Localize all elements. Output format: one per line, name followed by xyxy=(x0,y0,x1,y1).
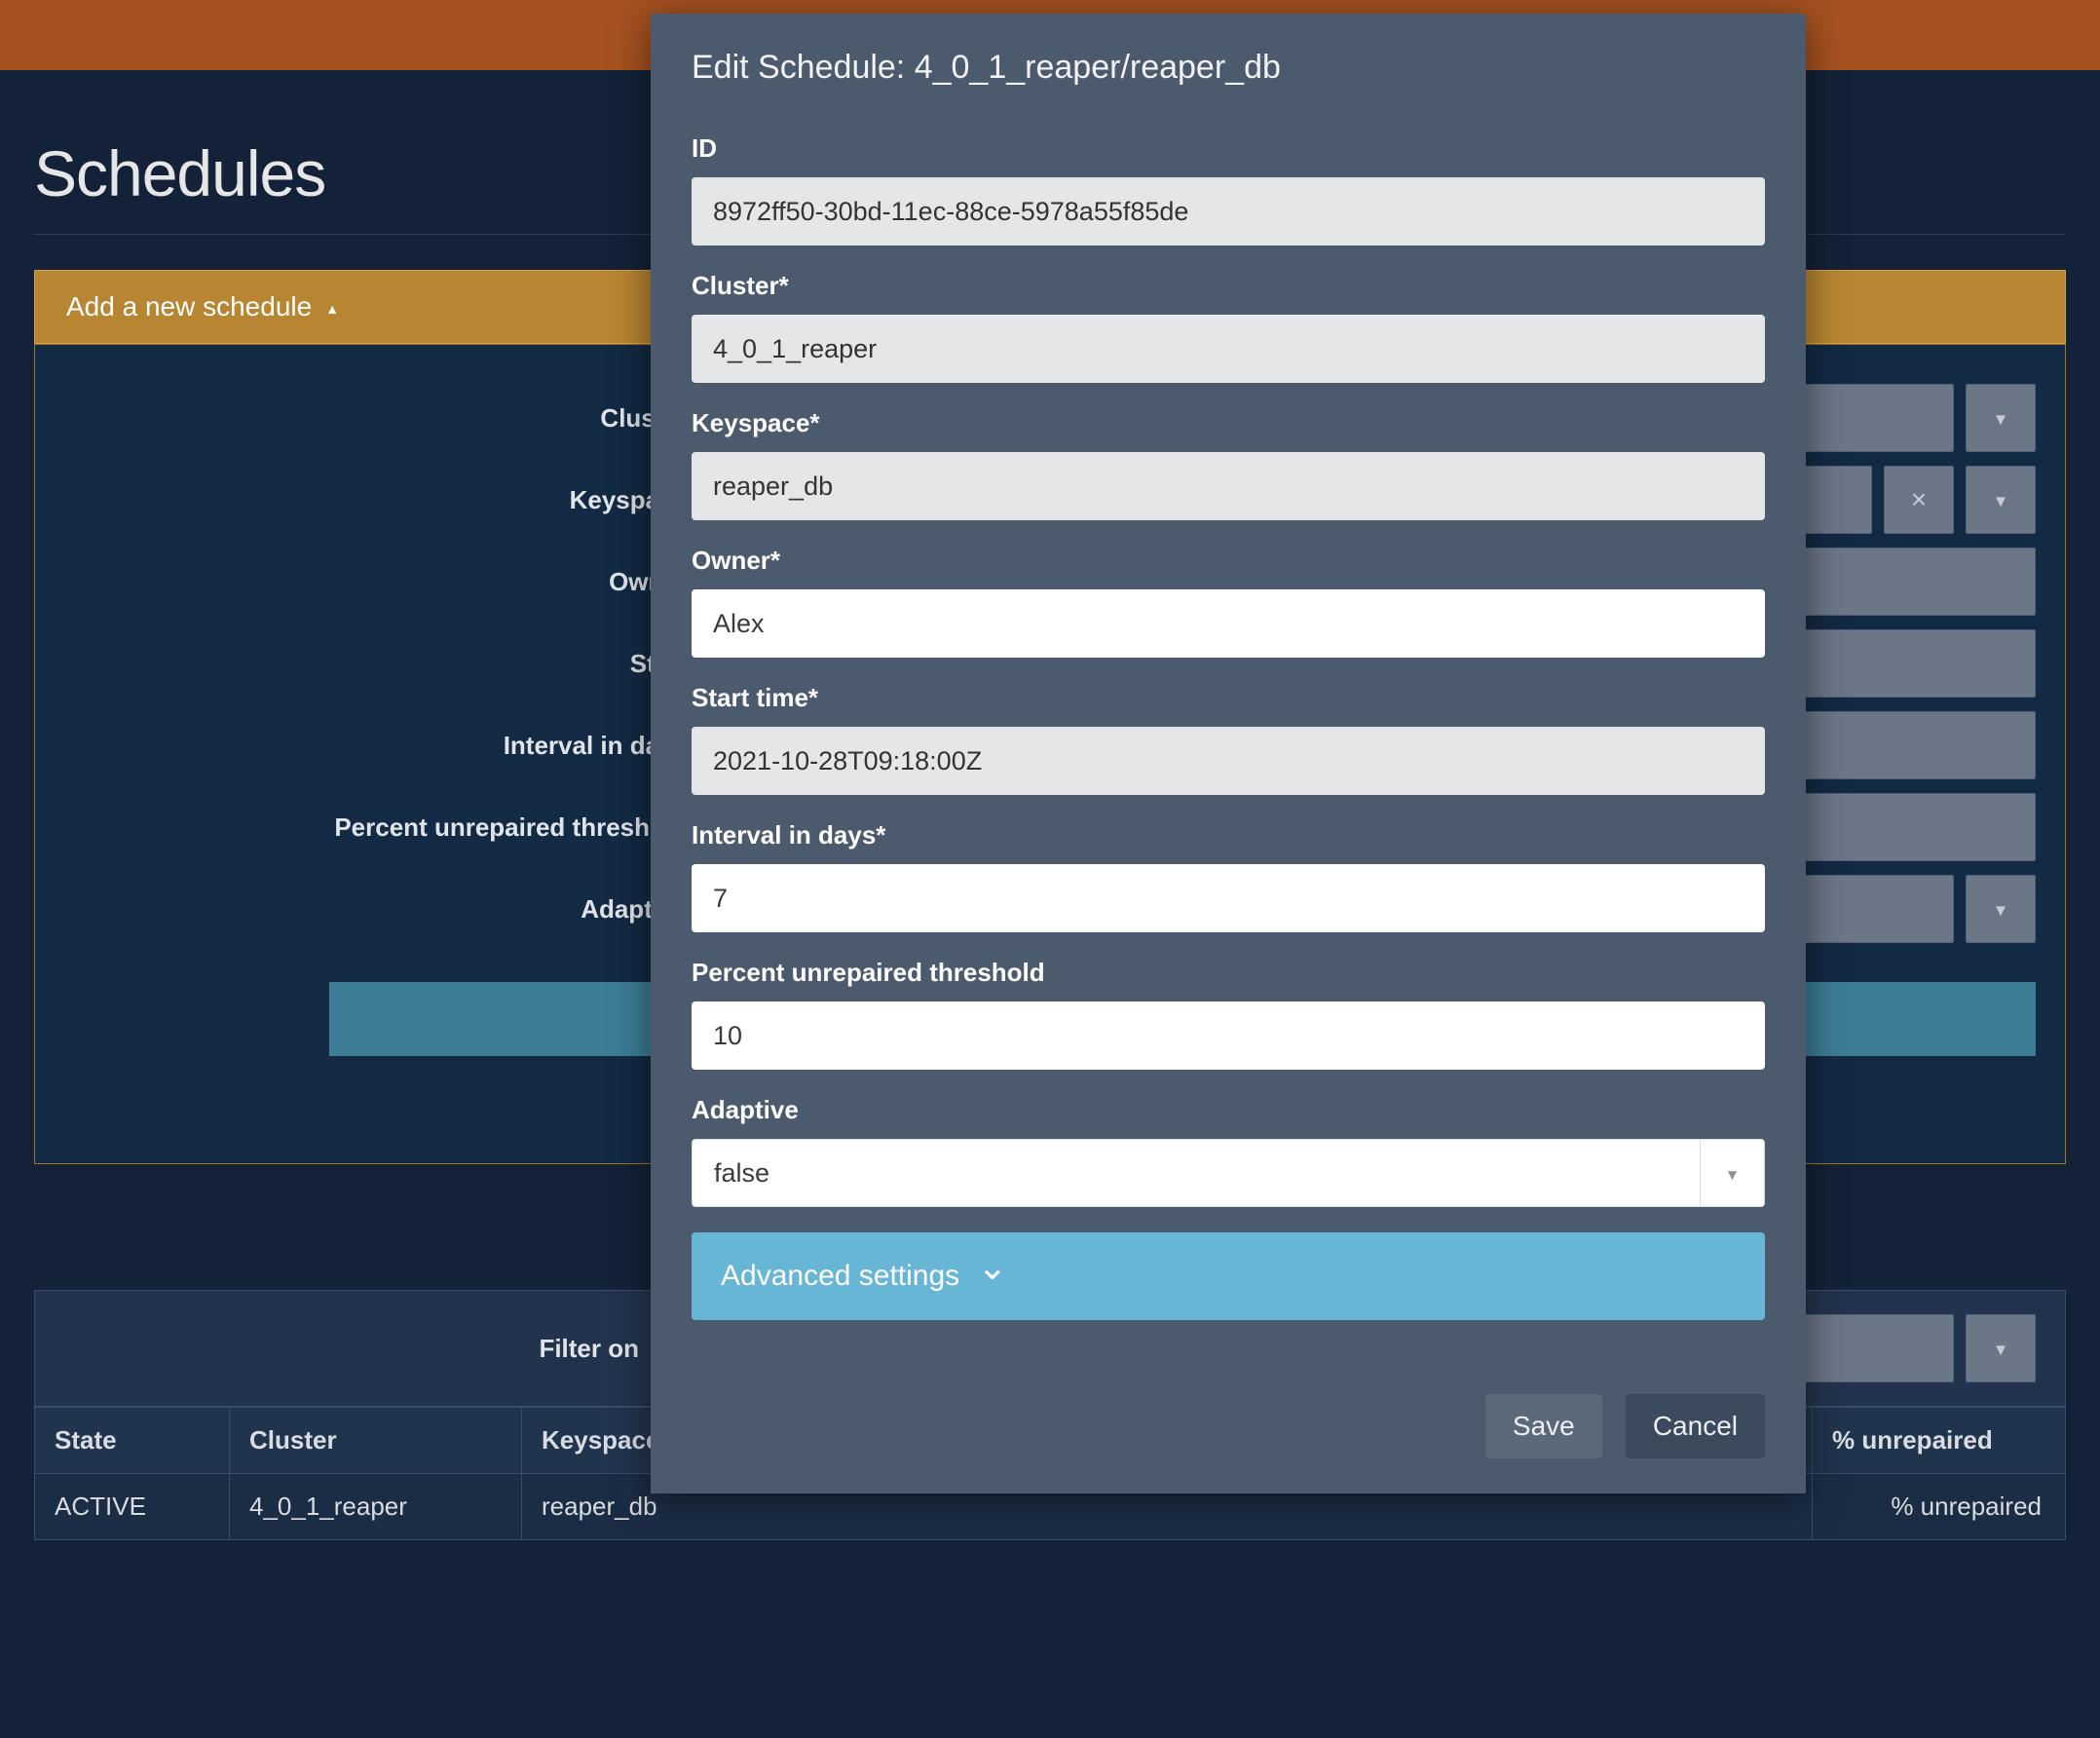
advanced-settings-toggle[interactable]: Advanced settings xyxy=(692,1232,1765,1320)
th-state: State xyxy=(35,1408,230,1474)
bg-keyspace-label: Keyspace xyxy=(64,485,688,515)
bg-pct-label: Percent unrepaired threshold xyxy=(64,812,688,843)
id-input xyxy=(692,177,1765,246)
adaptive-dropdown-toggle[interactable] xyxy=(1700,1140,1764,1206)
adaptive-value: false xyxy=(693,1158,1700,1189)
bg-adaptive-label: Adaptive xyxy=(64,894,688,925)
chevron-down-icon xyxy=(1993,404,2009,432)
bg-interval-label: Interval in days xyxy=(64,731,688,761)
add-schedule-label: Add a new schedule xyxy=(66,291,312,322)
advanced-settings-label: Advanced settings xyxy=(721,1260,959,1293)
modal-title: Edit Schedule: 4_0_1_reaper/reaper_db xyxy=(651,14,1806,116)
adaptive-label: Adaptive xyxy=(692,1095,1765,1125)
keyspace-input xyxy=(692,452,1765,520)
interval-label: Interval in days* xyxy=(692,820,1765,850)
interval-input[interactable] xyxy=(692,864,1765,932)
th-unrepaired: % unrepaired xyxy=(1813,1408,2066,1474)
chevron-down-icon xyxy=(1993,486,2009,513)
keyspace-label: Keyspace* xyxy=(692,408,1765,438)
chevron-up-icon xyxy=(325,289,339,321)
start-time-input xyxy=(692,727,1765,795)
bg-start-label: Start xyxy=(64,649,688,679)
cell-unrepaired: % unrepaired xyxy=(1813,1474,2066,1540)
owner-input[interactable] xyxy=(692,589,1765,658)
chevron-down-icon xyxy=(1725,1160,1740,1186)
cluster-input xyxy=(692,315,1765,383)
cluster-label: Cluster* xyxy=(692,271,1765,301)
close-icon xyxy=(1911,484,1927,515)
save-button[interactable]: Save xyxy=(1485,1394,1602,1458)
chevron-down-icon xyxy=(1993,895,2009,923)
bg-cluster-label: Cluster xyxy=(64,403,688,434)
filter-select[interactable] xyxy=(1966,1314,2036,1382)
chevron-down-icon xyxy=(977,1260,1007,1293)
id-label: ID xyxy=(692,133,1765,164)
cell-state: ACTIVE xyxy=(35,1474,230,1540)
bg-keyspace-clear[interactable] xyxy=(1884,466,1954,534)
edit-schedule-modal: Edit Schedule: 4_0_1_reaper/reaper_db ID… xyxy=(651,14,1806,1493)
bg-cluster-select[interactable] xyxy=(1966,384,2036,452)
bg-owner-label: Owner xyxy=(64,567,688,597)
th-cluster: Cluster xyxy=(230,1408,522,1474)
modal-body: ID Cluster* Keyspace* Owner* Start time*… xyxy=(651,116,1806,1330)
bg-adaptive-select[interactable] xyxy=(1966,875,2036,943)
cell-cluster: 4_0_1_reaper xyxy=(230,1474,522,1540)
modal-footer: Save Cancel xyxy=(651,1359,1806,1493)
filter-label: Filter on xyxy=(64,1334,668,1364)
bg-keyspace-select[interactable] xyxy=(1966,466,2036,534)
pct-label: Percent unrepaired threshold xyxy=(692,958,1765,988)
adaptive-select[interactable]: false xyxy=(692,1139,1765,1207)
owner-label: Owner* xyxy=(692,546,1765,576)
pct-input[interactable] xyxy=(692,1001,1765,1070)
cancel-button[interactable]: Cancel xyxy=(1626,1394,1765,1458)
start-time-label: Start time* xyxy=(692,683,1765,713)
chevron-down-icon xyxy=(1993,1335,2009,1362)
